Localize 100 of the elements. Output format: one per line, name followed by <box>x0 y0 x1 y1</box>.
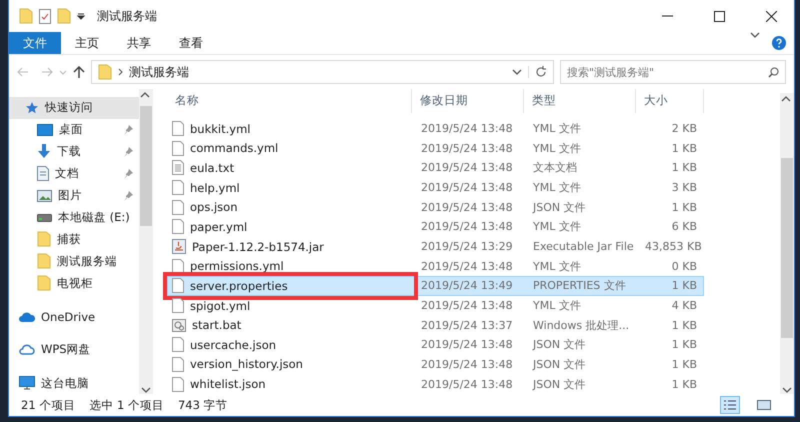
pin-icon[interactable] <box>124 168 133 179</box>
type-cell-text: YML 文件 <box>532 219 582 234</box>
gears-file-icon <box>172 318 186 333</box>
star-icon <box>25 100 39 115</box>
date-cell-text: 2019/5/24 13:48 <box>420 358 514 371</box>
download-icon <box>37 144 51 160</box>
cloud-icon <box>19 344 35 355</box>
picture-icon <box>37 190 52 202</box>
scroll-down-icon[interactable] <box>782 387 792 394</box>
ribbon-tab[interactable]: 主页 <box>61 32 113 54</box>
type-cell-text: YML 文件 <box>532 298 582 313</box>
up-arrow-icon[interactable] <box>73 66 85 78</box>
ribbon-tab[interactable]: 文件 <box>9 32 61 54</box>
address-dropdown-icon[interactable] <box>512 68 522 76</box>
sidebar-item[interactable]: 电视柜 <box>9 272 139 294</box>
sidebar-scrollbar[interactable] <box>139 89 153 394</box>
file-row[interactable]: spigot.yml 2019/5/24 13:48 YML 文件 4 KB <box>167 296 704 316</box>
expand-ribbon-icon[interactable] <box>750 32 760 39</box>
file-row[interactable]: Paper-1.12.2-b1574.jar 2019/5/24 13:29 Executable Jar File 43,853 KB <box>167 236 704 256</box>
file-name: eula.txt <box>190 160 234 175</box>
file-icon <box>172 337 184 352</box>
item-count: 21 个项目 <box>21 398 76 412</box>
size-cell-text: 4 KB <box>670 299 698 312</box>
type-cell-text: YML 文件 <box>532 140 582 156</box>
close-icon <box>766 10 776 22</box>
file-row[interactable]: whitelist.json 2019/5/24 13:48 JSON 文件 1 KB <box>167 374 704 394</box>
type-cell-text: JSON 文件 <box>532 356 587 372</box>
ribbon-tab[interactable]: 查看 <box>165 32 217 54</box>
sidebar-item[interactable]: 快速访问 <box>9 97 139 119</box>
date-cell-text: 2019/5/24 13:29 <box>420 240 514 254</box>
new-folder-icon <box>57 8 71 24</box>
size-cell-text: 1 KB <box>670 318 698 332</box>
folder-icon <box>37 275 51 292</box>
scroll-down-icon[interactable] <box>141 387 151 394</box>
file-row[interactable]: start.bat 2019/5/24 13:37 Windows 批处理... 1 KB <box>167 315 704 335</box>
address-bar[interactable]: 测试服务端 <box>91 60 554 84</box>
column-header[interactable]: 名称 <box>167 89 412 113</box>
details-view-button[interactable] <box>720 396 740 414</box>
dropdown-icon[interactable] <box>77 12 85 20</box>
file-icon <box>172 298 184 313</box>
file-row[interactable]: usercache.json 2019/5/24 13:48 JSON 文件 1 KB <box>167 334 704 355</box>
cloud-icon <box>19 312 35 322</box>
jar-file-icon <box>172 239 186 254</box>
details-list-icon <box>723 399 737 411</box>
date-cell-text: 2019/5/24 13:48 <box>420 220 514 234</box>
selection-size: 743 字节 <box>178 398 228 412</box>
file-name: help.yml <box>190 180 240 195</box>
file-row[interactable]: permissions.yml 2019/5/24 13:48 YML 文件 0 KB <box>167 256 704 276</box>
folder-icon <box>37 231 51 248</box>
folder-icon <box>37 253 51 270</box>
sidebar-item[interactable]: 图片 <box>9 184 139 207</box>
window-title: 测试服务端 <box>97 8 158 24</box>
scroll-up-icon[interactable] <box>781 96 791 103</box>
file-name: permissions.yml <box>190 259 284 274</box>
size-cell-text: 43,853 KB <box>644 240 703 254</box>
search-field[interactable]: 搜索"测试服务端" <box>560 60 786 84</box>
pin-icon[interactable] <box>124 124 133 135</box>
column-header[interactable]: 类型 <box>524 89 636 113</box>
file-name: paper.yml <box>190 220 248 234</box>
sidebar-item[interactable]: 桌面 <box>9 118 139 141</box>
minimize-icon <box>662 15 672 17</box>
file-name: spigot.yml <box>190 298 250 312</box>
size-cell-text: 0 KB <box>670 260 698 273</box>
file-list-scrollbar[interactable] <box>780 93 794 394</box>
size-cell-text: 6 KB <box>670 220 698 234</box>
file-row[interactable]: version_history.json 2019/5/24 13:48 JSON 文件 1 KB <box>167 354 704 374</box>
sidebar-item[interactable]: 文档 <box>9 162 139 185</box>
pin-icon[interactable] <box>124 190 133 201</box>
file-name: bukkit.yml <box>190 122 250 136</box>
ribbon-tab[interactable]: 共享 <box>113 32 165 54</box>
search-placeholder: 搜索"测试服务端" <box>567 64 654 80</box>
scroll-up-icon[interactable] <box>140 92 150 99</box>
sidebar-item[interactable]: 这台电脑 <box>9 372 139 394</box>
file-row[interactable]: bukkit.yml 2019/5/24 13:48 YML 文件 2 KB <box>167 118 704 138</box>
file-row[interactable]: commands.yml 2019/5/24 13:48 YML 文件 1 KB <box>167 138 704 158</box>
sidebar-item[interactable]: OneDrive <box>9 306 139 328</box>
sidebar-item[interactable]: 捕获 <box>9 228 139 250</box>
size-cell-text: 1 KB <box>670 338 698 352</box>
file-row[interactable]: paper.yml 2019/5/24 13:48 YML 文件 6 KB <box>167 217 704 237</box>
file-icon <box>172 278 184 294</box>
column-header[interactable]: 修改日期 <box>412 89 524 113</box>
large-icons-icon <box>757 399 771 411</box>
help-icon[interactable] <box>772 36 786 50</box>
file-row[interactable]: eula.txt 2019/5/24 13:48 文本文档 1 KB <box>167 158 704 178</box>
type-cell-text: Executable Jar File <box>532 240 635 254</box>
sidebar-item[interactable]: 本地磁盘 (E:) <box>9 206 139 229</box>
date-cell-text: 2019/5/24 13:37 <box>420 318 514 332</box>
date-cell-text: 2019/5/24 13:49 <box>420 279 514 292</box>
sidebar-item[interactable]: 下载 <box>9 140 139 163</box>
file-row[interactable]: help.yml 2019/5/24 13:48 YML 文件 3 KB <box>167 178 704 198</box>
column-header[interactable]: 大小 <box>636 89 704 113</box>
sidebar-item[interactable]: WPS网盘 <box>9 338 139 360</box>
date-cell-text: 2019/5/24 13:48 <box>420 299 514 312</box>
date-cell-text: 2019/5/24 13:48 <box>420 181 514 194</box>
file-row[interactable]: ops.json 2019/5/24 13:48 JSON 文件 1 KB <box>167 197 704 218</box>
pin-icon[interactable] <box>124 146 133 157</box>
file-name: Paper-1.12.2-b1574.jar <box>192 240 324 254</box>
sidebar-item[interactable]: 测试服务端 <box>9 250 139 272</box>
properties-icon[interactable] <box>39 8 51 24</box>
type-cell-text: YML 文件 <box>532 121 582 136</box>
